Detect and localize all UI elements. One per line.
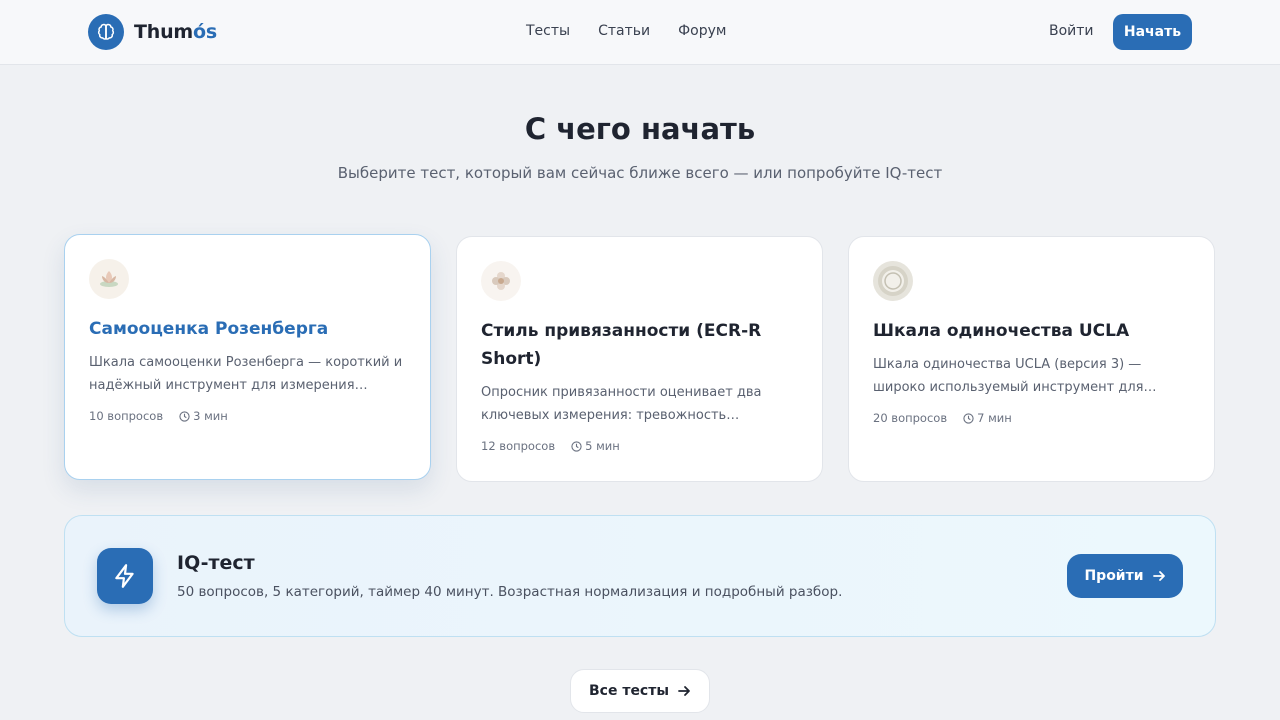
card-meta: 10 вопросов 3 мин (89, 409, 406, 423)
logo-text-prefix: Thum (134, 21, 194, 43)
logo[interactable]: Thumós (88, 14, 217, 50)
iq-test-banner: IQ-тест 50 вопросов, 5 категорий, таймер… (64, 515, 1216, 637)
arrow-right-icon (678, 686, 690, 696)
nav-link-articles[interactable]: Статьи (598, 23, 650, 39)
take-iq-test-label: Пройти (1084, 568, 1144, 584)
circle-icon (873, 261, 913, 301)
brain-icon (88, 14, 124, 50)
question-count: 20 вопросов (873, 411, 948, 425)
top-header: Thumós Тесты Статьи Форум Войти Начать (0, 0, 1280, 65)
card-description: Шкала самооценки Розенберга — короткий и… (89, 355, 403, 393)
page-title: С чего начать (524, 112, 756, 146)
test-card-attachment[interactable]: Стиль привязанности (ECR-R Short) Опросн… (456, 236, 823, 482)
card-title: Самооценка Розенберга (89, 319, 329, 339)
card-title: Шкала одиночества UCLA (873, 321, 1130, 341)
duration: 7 мин (963, 411, 1012, 425)
card-description: Шкала одиночества UCLA (версия 3) — широ… (873, 357, 1157, 395)
all-tests-label: Все тесты (588, 683, 670, 699)
duration-label: 3 мин (193, 409, 228, 423)
card-meta: 20 вопросов 7 мин (873, 411, 1190, 425)
clock-icon (179, 410, 190, 422)
logo-text: Thumós (134, 21, 217, 43)
arrow-right-icon (1152, 571, 1165, 581)
page-subtitle: Выберите тест, который вам сейчас ближе … (337, 164, 943, 182)
flower-icon (481, 261, 521, 301)
main-nav: Тесты Статьи Форум (526, 23, 726, 39)
iq-title: IQ-тест (177, 552, 255, 574)
card-title: Стиль привязанности (ECR-R Short) (481, 321, 762, 369)
take-iq-test-button[interactable]: Пройти (1067, 554, 1183, 598)
iq-description: 50 вопросов, 5 категорий, таймер 40 мину… (177, 584, 843, 600)
login-link[interactable]: Войти (1049, 23, 1094, 39)
start-button[interactable]: Начать (1113, 14, 1192, 50)
lightning-icon (97, 548, 153, 604)
nav-link-tests[interactable]: Тесты (526, 23, 570, 39)
card-meta: 12 вопросов 5 мин (481, 439, 798, 453)
clock-icon (571, 440, 582, 452)
test-card-rosenberg[interactable]: Самооценка Розенберга Шкала самооценки Р… (64, 234, 431, 480)
clock-icon (963, 412, 974, 424)
duration: 5 мин (571, 439, 620, 453)
logo-text-accent: ós (193, 21, 217, 43)
question-count: 12 вопросов (481, 439, 556, 453)
nav-link-forum[interactable]: Форум (678, 23, 726, 39)
test-card-ucla[interactable]: Шкала одиночества UCLA Шкала одиночества… (848, 236, 1215, 482)
card-description: Опросник привязанности оценивает два клю… (481, 385, 762, 423)
question-count: 10 вопросов (89, 409, 164, 423)
lotus-icon (89, 259, 129, 299)
all-tests-button[interactable]: Все тесты (570, 669, 710, 713)
duration-label: 7 мин (977, 411, 1012, 425)
duration-label: 5 мин (585, 439, 620, 453)
duration: 3 мин (179, 409, 228, 423)
